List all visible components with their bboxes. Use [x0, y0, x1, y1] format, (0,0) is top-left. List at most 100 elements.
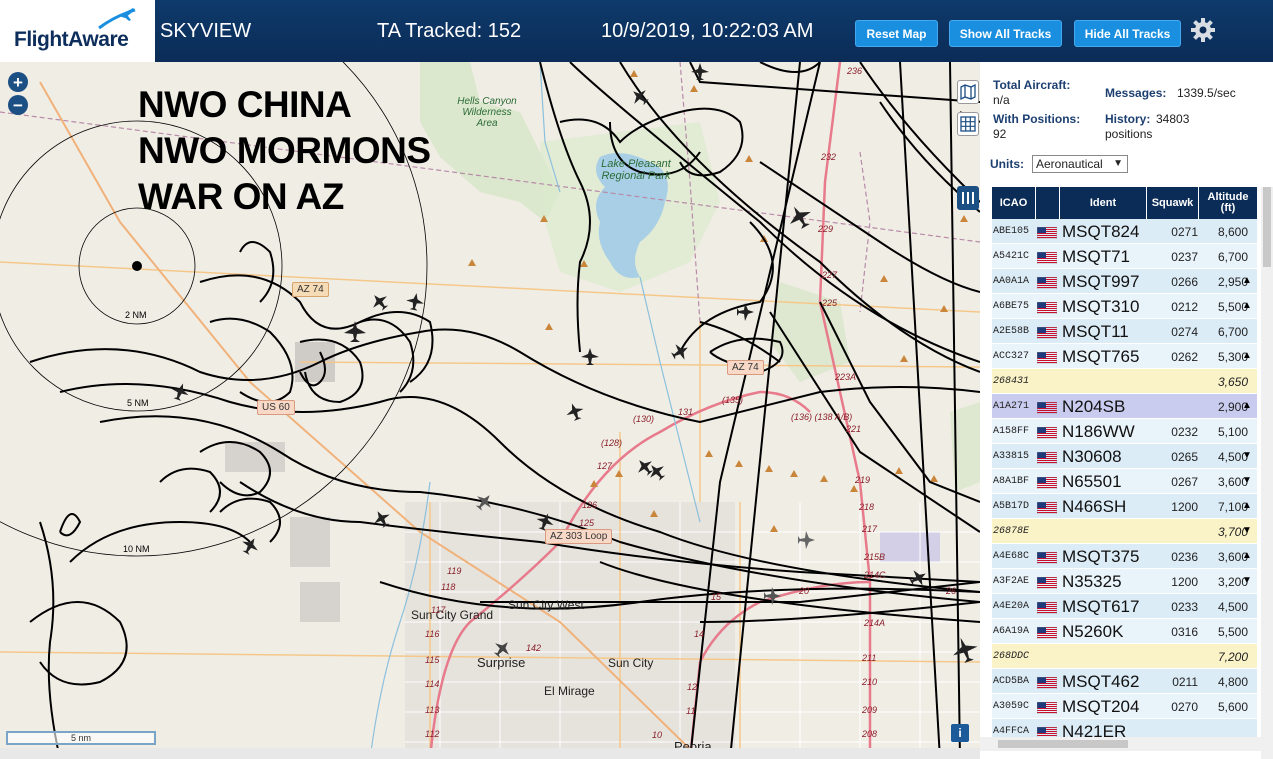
table-row[interactable]: A158FF N186WW 0232 5,100 — [992, 419, 1257, 444]
hide-all-tracks-button[interactable]: Hide All Tracks — [1074, 20, 1181, 47]
units-select[interactable]: Aeronautical ▼ — [1032, 155, 1128, 173]
info-button[interactable]: i — [951, 724, 969, 742]
scrollbar-thumb[interactable] — [1263, 187, 1271, 267]
panel-horizontal-scrollbar[interactable] — [980, 737, 1261, 751]
col-altitude[interactable]: Altitude (ft) — [1199, 187, 1257, 219]
cell-squawk: 0267 — [1171, 475, 1198, 489]
table-row[interactable]: ACC327 MSQT765 0262 5,300 ▲ — [992, 344, 1257, 369]
col-flag[interactable] — [1036, 187, 1060, 219]
table-row[interactable]: A6BE75 MSQT310 0212 5,500 ▲ — [992, 294, 1257, 319]
cell-ident: N5260K — [1062, 622, 1124, 641]
road-number: 115 — [425, 655, 440, 665]
history-unit: positions — [1105, 127, 1153, 141]
table-row[interactable]: A3059C MSQT204 0270 5,600 — [992, 694, 1257, 719]
gear-icon[interactable] — [1190, 17, 1216, 43]
road-number: 225 — [822, 298, 838, 308]
road-number: 15 — [711, 592, 722, 602]
cell-icao: A5B17D — [993, 501, 1030, 512]
cell-altitude: 5,500 — [1217, 300, 1248, 314]
cell-ident: MSQT997 — [1062, 272, 1140, 291]
reset-map-button[interactable]: Reset Map — [855, 20, 938, 47]
overlay-text-line-2: NWO MORMONS — [138, 130, 431, 171]
map-horizontal-scrollbar[interactable] — [0, 748, 980, 759]
cell-altitude: 4,800 — [1217, 675, 1248, 689]
road-number: 208 — [862, 729, 878, 739]
table-row[interactable]: A4E68C MSQT375 0236 3,600 ▲ — [992, 544, 1257, 569]
cell-altitude: 5,100 — [1217, 425, 1248, 439]
grid-toggle-button[interactable] — [957, 112, 979, 136]
cell-squawk: 0212 — [1171, 300, 1198, 314]
road-number: 20 — [799, 586, 810, 596]
table-row[interactable]: A3F2AE N35325 1200 3,200 ▼ — [992, 569, 1257, 594]
table-row[interactable]: ABE105 MSQT824 0271 8,600 — [992, 219, 1257, 244]
table-row[interactable]: A5421C MSQT71 0237 6,700 — [992, 244, 1257, 269]
table-header: ICAO Ident Squawk Altitude (ft) — [992, 187, 1257, 219]
cell-squawk: 0266 — [1171, 275, 1198, 289]
show-all-tracks-button[interactable]: Show All Tracks — [949, 20, 1062, 47]
cell-icao: A4E68C — [993, 551, 1030, 562]
col-squawk[interactable]: Squawk — [1147, 187, 1199, 219]
us-flag-icon — [1037, 477, 1057, 489]
road-number: 10 — [652, 730, 663, 740]
cell-ident: MSQT765 — [1062, 347, 1140, 366]
map-layer-button[interactable] — [957, 80, 979, 104]
table-row[interactable]: A1A271 N204SB 2,900 ▲ — [992, 394, 1257, 419]
table-row[interactable]: AA0A1A MSQT997 0266 2,950 ▲ — [992, 269, 1257, 294]
table-row[interactable]: A4E20A MSQT617 0233 4,500 — [992, 594, 1257, 619]
table-row[interactable]: 268431 3,650 — [992, 369, 1257, 394]
road-number: 113 — [425, 705, 440, 715]
cell-icao: ABE105 — [993, 226, 1030, 237]
altitude-trend-icon: ▲ — [1242, 275, 1252, 286]
table-row[interactable]: A5B17D N466SH 1200 7,100 ▲ — [992, 494, 1257, 519]
table-row[interactable]: A6A19A N5260K 0316 5,500 — [992, 619, 1257, 644]
col-icao[interactable]: ICAO — [992, 187, 1036, 219]
tracked-count: TA Tracked: 152 — [377, 20, 522, 42]
shield-az74: AZ 74 — [727, 360, 764, 375]
cell-altitude: 3,650 — [1217, 375, 1248, 389]
cell-icao: A2E58B — [993, 326, 1030, 337]
chevron-down-icon: ▼ — [1113, 158, 1123, 169]
col-ident[interactable]: Ident — [1060, 187, 1147, 219]
cell-ident: MSQT310 — [1062, 297, 1140, 316]
us-flag-icon — [1037, 227, 1057, 239]
altitude-trend-icon: ▼ — [1242, 475, 1252, 486]
us-flag-icon — [1037, 702, 1057, 714]
road-number: 215B — [864, 552, 886, 562]
columns-toggle-button[interactable] — [957, 186, 979, 210]
road-number: 236 — [847, 66, 863, 76]
map-view[interactable]: + − NWO CHINA NWO MORMONS WAR ON AZ Hell… — [0, 62, 980, 759]
cell-ident: MSQT204 — [1062, 697, 1140, 716]
cell-squawk: 1200 — [1171, 575, 1198, 589]
flightaware-logo[interactable]: FlightAware — [0, 0, 155, 62]
cell-icao: A4E20A — [993, 601, 1030, 612]
label-hells-canyon: Hells Canyon Wilderness Area — [457, 96, 517, 129]
zoom-in-button[interactable]: + — [8, 72, 28, 92]
cell-ident: N204SB — [1062, 397, 1126, 416]
cell-squawk: 0232 — [1171, 425, 1198, 439]
us-flag-icon — [1037, 277, 1057, 289]
us-flag-icon — [1037, 502, 1057, 514]
table-row[interactable]: A8A1BF N65501 0267 3,600 ▼ — [992, 469, 1257, 494]
zoom-out-button[interactable]: − — [8, 95, 28, 115]
cell-ident: MSQT824 — [1062, 222, 1140, 241]
scrollbar-thumb[interactable] — [998, 740, 1128, 748]
us-flag-icon — [1037, 402, 1057, 414]
table-row[interactable]: 268DDC 7,200 — [992, 644, 1257, 669]
table-row[interactable]: A2E58B MSQT11 0274 6,700 — [992, 319, 1257, 344]
table-row[interactable]: A33815 N30608 0265 4,500 ▼ — [992, 444, 1257, 469]
with-positions-value: 92 — [993, 127, 1007, 141]
panel-vertical-scrollbar[interactable] — [1261, 187, 1273, 759]
altitude-trend-icon: ▲ — [1242, 300, 1252, 311]
cell-squawk: 0274 — [1171, 325, 1198, 339]
cell-icao: ACC327 — [993, 351, 1030, 362]
altitude-trend-icon: ▲ — [1242, 350, 1252, 361]
road-number: 11 — [686, 706, 696, 716]
road-number: (130) — [633, 414, 655, 424]
table-row[interactable]: 26878E 3,700 ▼ — [992, 519, 1257, 544]
table-row[interactable]: ACD5BA MSQT462 0211 4,800 — [992, 669, 1257, 694]
road-number: (136) (138 A/B) — [791, 412, 853, 422]
us-flag-icon — [1037, 452, 1057, 464]
history-value: 34803 — [1156, 112, 1190, 126]
header-bar: FlightAware SKYVIEW TA Tracked: 152 10/9… — [0, 0, 1273, 62]
road-number: 219 — [855, 475, 871, 485]
